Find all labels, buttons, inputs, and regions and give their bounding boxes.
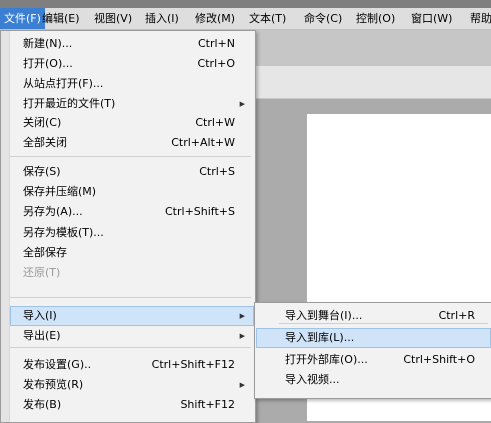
file-menu-item-label: 发布预览(R) [23,378,84,391]
menubar-item-1[interactable]: 编辑(E) [38,8,84,29]
file-menu-item-12[interactable]: 导入(I) ▶ [10,306,254,326]
menubar-item-4[interactable]: 修改(M) [191,8,239,29]
file-menu-item-label: 从站点打开(F)... [23,77,104,90]
document-tab-strip [250,30,491,66]
file-menu-item-label: 发布设置(G).. [23,358,92,371]
file-menu-gutter [1,31,10,422]
file-menu-item-label: 导出(E) [23,329,61,342]
file-menu-item-3[interactable]: 打开最近的文件(T) ▶ [10,94,254,114]
file-menu-item-9[interactable]: 另存为模板(T)... [10,223,254,243]
import-menu-item-1[interactable]: 导入到库(L)... [256,328,491,348]
menubar-item-9[interactable]: 帮助 [466,8,491,29]
file-menu-item-label: 新建(N)... [23,37,73,50]
file-menu-item-14[interactable]: 发布设置(G).. Ctrl+Shift+F12 [10,355,254,375]
file-menu-item-11: 还原(T) [10,263,254,283]
file-menu-item-2[interactable]: 从站点打开(F)... [10,74,254,94]
file-menu-item-shortcut: Ctrl+Shift+F12 [151,358,235,371]
file-menu-item-shortcut: Ctrl+S [199,165,235,178]
file-menu-item-label: 导入(I) [23,309,57,322]
file-menu-item-label: 打开(O)... [23,57,73,70]
file-menu: 新建(N)... Ctrl+N 打开(O)... Ctrl+O 从站点打开(F)... 打… [0,30,256,423]
file-menu-item-shortcut: Ctrl+Alt+W [171,136,235,149]
menu-separator [10,347,251,348]
menu-separator [10,297,251,298]
menubar-item-5[interactable]: 文本(T) [245,8,290,29]
import-menu-item-shortcut: Ctrl+Shift+O [403,353,475,366]
import-menu-item-label: 导入视频... [285,373,340,386]
file-menu-item-shortcut: Ctrl+N [197,37,235,50]
submenu-arrow-icon: ▶ [239,332,245,340]
import-submenu: 导入到舞台(I)... Ctrl+R 导入到库(L)... 打开外部库(O)... Ct… [254,302,491,399]
file-menu-item-label: 保存并压缩(M) [23,185,97,198]
menubar-item-7[interactable]: 控制(O) [352,8,399,29]
file-menu-item-shortcut: Ctrl+O [197,57,235,70]
edit-bar [250,66,491,99]
file-menu-item-label: 全部保存 [23,246,67,259]
file-menu-item-15[interactable]: 发布预览(R) ▶ [10,375,254,395]
import-menu-item-shortcut: Ctrl+R [438,309,475,322]
file-menu-item-13[interactable]: 导出(E) ▶ [10,326,254,346]
menu-bar: 文件(F) 编辑(E) 视图(V) 插入(I) 修改(M) 文本(T) 命令(C) 控制(O)… [0,8,491,30]
file-menu-item-label: 发布(B) [23,398,62,411]
import-menu-item-label: 打开外部库(O)... [285,353,368,366]
file-menu-item-label: 打开最近的文件(T) [23,97,116,110]
file-menu-item-4[interactable]: 关闭(C) Ctrl+W [10,113,254,133]
menubar-item-6[interactable]: 命令(C) [300,8,346,29]
submenu-arrow-icon: ▶ [239,100,245,108]
submenu-arrow-icon: ▶ [239,381,245,389]
file-menu-item-10[interactable]: 全部保存 [10,243,254,263]
window-top-strip [0,0,491,8]
submenu-arrow-icon: ▶ [239,312,245,320]
file-menu-item-0[interactable]: 新建(N)... Ctrl+N [10,34,254,54]
file-menu-item-shortcut: Ctrl+Shift+S [165,205,235,218]
import-menu-item-label: 导入到舞台(I)... [285,309,363,322]
file-menu-item-5[interactable]: 全部关闭 Ctrl+Alt+W [10,133,254,153]
file-menu-item-6[interactable]: 保存(S) Ctrl+S [10,162,254,182]
file-menu-item-8[interactable]: 另存为(A)... Ctrl+Shift+S [10,202,254,222]
file-menu-item-7[interactable]: 保存并压缩(M) [10,182,254,202]
file-menu-item-16[interactable]: 发布(B) Shift+F12 [10,395,254,415]
file-menu-item-label: 全部关闭 [23,136,67,149]
file-menu-item-shortcut: Ctrl+W [195,116,235,129]
file-menu-item-label: 另存为(A)... [23,205,83,218]
file-menu-item-1[interactable]: 打开(O)... Ctrl+O [10,54,254,74]
import-menu-item-label: 导入到库(L)... [285,331,355,344]
file-menu-item-shortcut: Shift+F12 [180,398,235,411]
menubar-item-8[interactable]: 窗口(W) [407,8,456,29]
menubar-item-2[interactable]: 视图(V) [90,8,136,29]
file-menu-item-label: 另存为模板(T)... [23,226,104,239]
file-menu-item-label: 关闭(C) [23,116,62,129]
file-menu-item-label: 还原(T) [23,266,61,279]
menu-separator [10,156,251,157]
import-menu-item-3[interactable]: 导入视频... [256,370,491,390]
file-menu-item-label: 保存(S) [23,165,61,178]
menubar-item-3[interactable]: 插入(I) [141,8,183,29]
import-menu-item-2[interactable]: 打开外部库(O)... Ctrl+Shift+O [256,350,491,370]
import-menu-item-0[interactable]: 导入到舞台(I)... Ctrl+R [256,306,491,326]
